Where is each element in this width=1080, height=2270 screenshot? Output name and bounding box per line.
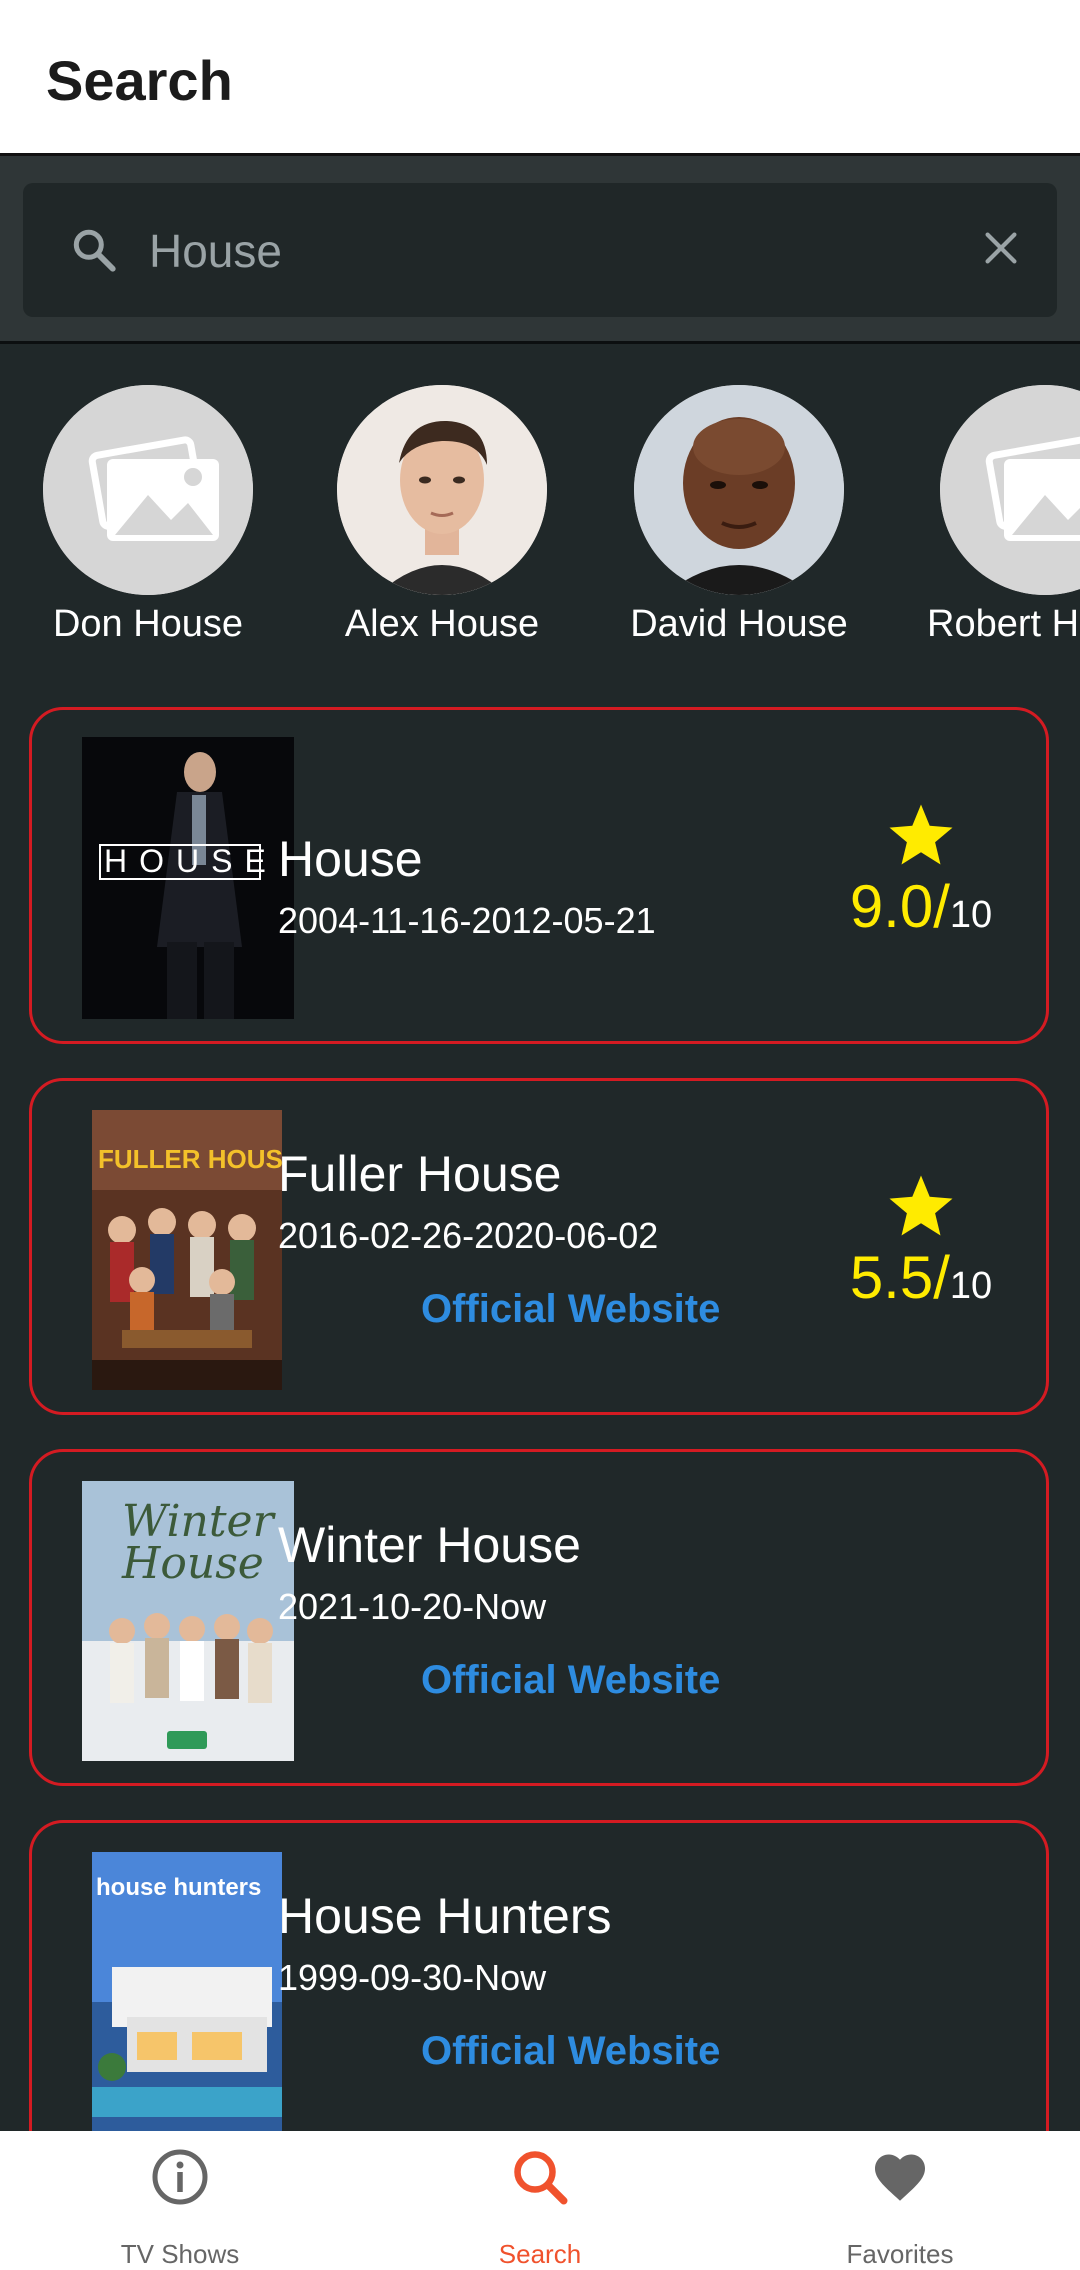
avatar-placeholder [43, 385, 253, 595]
nav-label: Favorites [846, 2239, 954, 2269]
rating-value: 5.5/ [849, 1244, 950, 1311]
show-title: House Hunters [278, 1888, 612, 1944]
close-icon[interactable] [978, 225, 1024, 271]
person-card[interactable]: Robert H [897, 385, 1080, 646]
rating: 9.0/10 [826, 800, 1016, 941]
show-dates: 1999-09-30-Now [278, 1957, 547, 1998]
show-card[interactable]: house hunters House Hunters 1999-09-30-N… [29, 1820, 1049, 2140]
bottom-navigation: TV Shows Search Favorites [0, 2131, 1080, 2270]
person-name: Alex House [344, 603, 540, 645]
person-name: Don House [52, 603, 244, 645]
person-card[interactable]: David House [591, 385, 887, 646]
image-placeholder-icon [940, 385, 1080, 595]
show-title: Fuller House [278, 1146, 562, 1202]
show-poster: Winter House [82, 1481, 294, 1761]
search-icon [73, 229, 116, 272]
rating-value: 9.0/ [849, 873, 950, 940]
show-dates: 2004-11-16-2012-05-21 [278, 900, 656, 941]
person-card[interactable]: Alex House [294, 385, 590, 646]
rating-max: 10 [949, 894, 993, 936]
person-photo [337, 385, 547, 595]
app-bar: Search [0, 0, 1080, 156]
search-area [0, 156, 1080, 344]
show-title: Winter House [278, 1517, 581, 1573]
show-card[interactable]: FULLER HOUSE Fuller House 2016-02-26-202… [29, 1078, 1049, 1415]
search-icon [514, 2151, 568, 2205]
show-dates: 2016-02-26-2020-06-02 [278, 1215, 659, 1256]
rating: 5.5/10 [826, 1171, 1016, 1312]
people-carousel[interactable]: Don House Alex House David House Robert … [0, 385, 1080, 655]
nav-search[interactable]: Search [360, 2131, 720, 2270]
person-name: Robert H [927, 603, 1080, 645]
show-dates: 2021-10-20-Now [278, 1586, 547, 1627]
show-card[interactable]: Winter House Winter House 2021-10-20-Now… [29, 1449, 1049, 1786]
image-placeholder-icon [43, 385, 253, 595]
page-title: Search [46, 49, 233, 112]
nav-favorites[interactable]: Favorites [720, 2131, 1080, 2270]
nav-label: Search [498, 2239, 582, 2269]
poster-title: FULLER HOUSE [98, 1144, 282, 1174]
rating-max: 10 [949, 1265, 993, 1307]
poster-title: Winter House [122, 1496, 274, 1589]
search-input[interactable] [147, 223, 951, 279]
show-poster: FULLER HOUSE [92, 1110, 282, 1390]
official-website-link[interactable]: Official Website [421, 1287, 720, 1332]
person-card[interactable]: Don House [0, 385, 296, 646]
show-poster: HOUSE [82, 737, 294, 1019]
show-card[interactable]: HOUSE House 2004-11-16-2012-05-21 9.0/10 [29, 707, 1049, 1044]
official-website-link[interactable]: Official Website [421, 2029, 720, 2074]
official-website-link[interactable]: Official Website [421, 1658, 720, 1703]
heart-icon [875, 2154, 925, 2201]
person-name: David House [630, 603, 848, 645]
nav-tv-shows[interactable]: TV Shows [0, 2131, 360, 2270]
info-icon [152, 2149, 208, 2205]
avatar [337, 385, 547, 595]
show-title: House [278, 831, 423, 887]
search-box[interactable] [23, 183, 1057, 317]
poster-title: HOUSE [104, 843, 278, 879]
star-icon [889, 1175, 953, 1236]
star-icon [889, 804, 953, 865]
poster-title: house hunters [96, 1874, 262, 1901]
person-photo [634, 385, 844, 595]
avatar-placeholder [940, 385, 1080, 595]
avatar [634, 385, 844, 595]
show-poster: house hunters [92, 1852, 282, 2134]
nav-label: TV Shows [120, 2239, 240, 2269]
